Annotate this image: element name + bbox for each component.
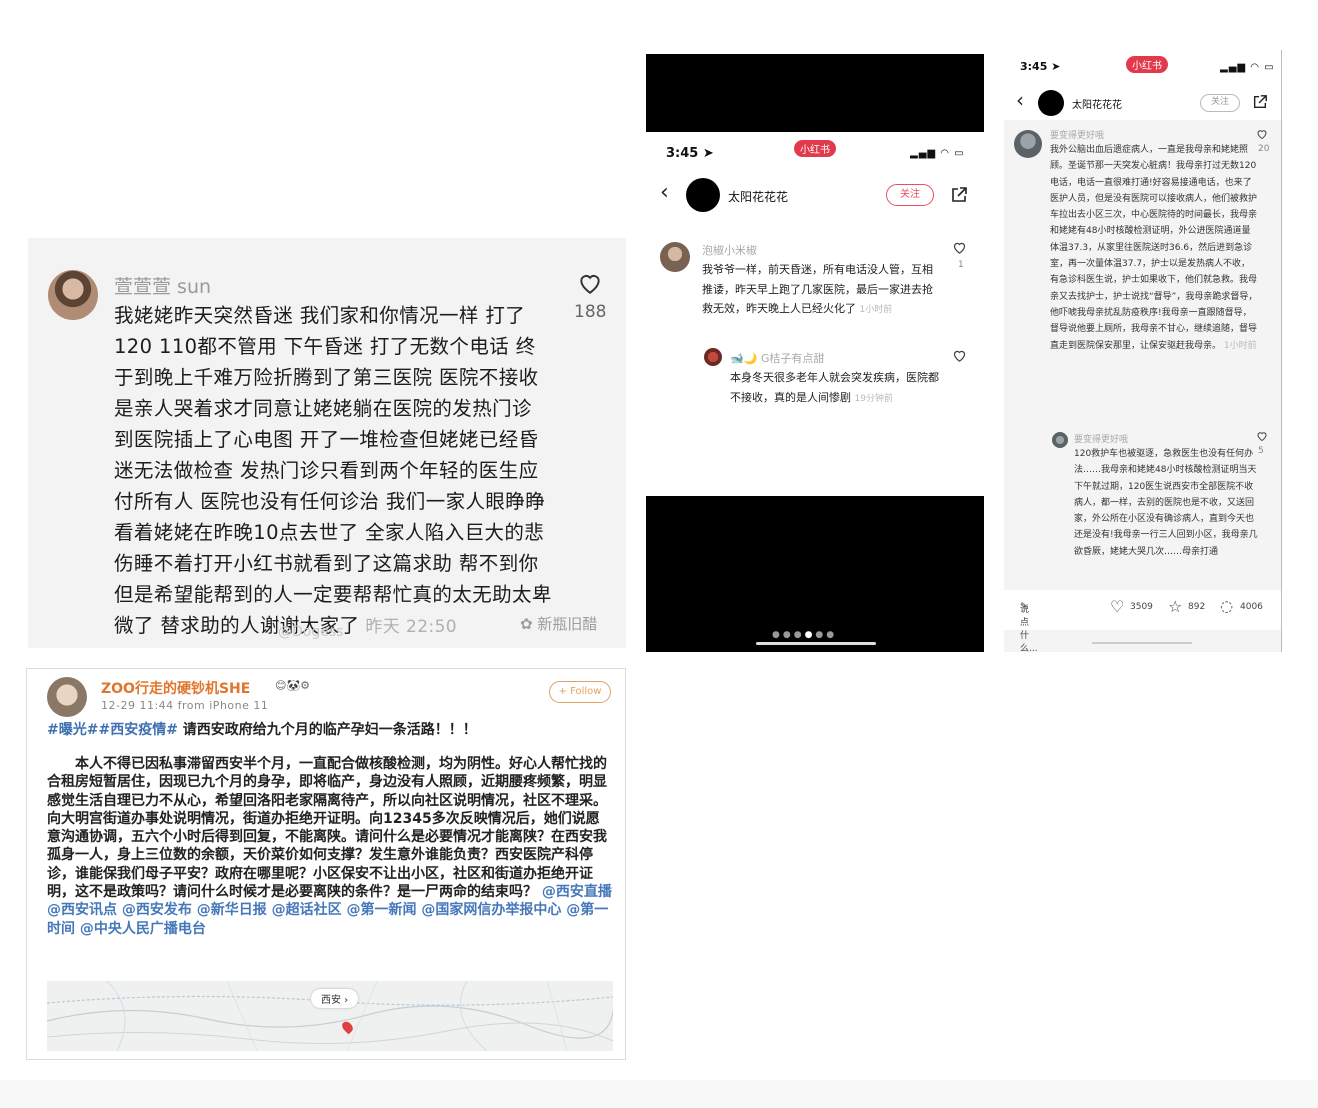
page-indicator[interactable]: ●●●●●● — [772, 630, 837, 640]
emoji-badges-icon: 😊🐼⚙ — [275, 679, 311, 692]
heart-icon[interactable]: ♡ — [1110, 597, 1124, 616]
weibo-post: ZOO行走的硬钞机SHE 😊🐼⚙ 12-29 11:44 from iPhone… — [26, 668, 626, 1060]
heart-icon[interactable] — [952, 240, 967, 255]
emoji-icon: 🐋🌙 — [730, 352, 761, 365]
avatar[interactable] — [48, 270, 98, 320]
comment-body: 我姥姥昨天突然昏迷 我们家和你情况一样 打了120 110都不管用 下午昏迷 打… — [114, 300, 554, 643]
profile-avatar[interactable] — [1038, 90, 1064, 116]
heart-icon[interactable] — [1256, 128, 1268, 140]
avatar[interactable] — [47, 677, 87, 717]
map-location-text: 西安 — [321, 995, 341, 1006]
post-text: 本人不得已因私事滞留西安半个月，一直配合做核酸检测，均为阴性。好心人帮忙找的合租… — [47, 756, 607, 901]
reply-username[interactable]: 要变得更好哦 — [1074, 432, 1128, 445]
reply-username[interactable]: 🐋🌙 G桔子有点甜 — [730, 350, 824, 366]
profile-name[interactable]: 太阳花花花 — [728, 188, 788, 205]
comment-bubble-icon[interactable]: ◌ — [1220, 597, 1233, 615]
status-time-text: 3:45 — [1020, 60, 1048, 73]
comment-username[interactable]: 要变得更好哦 — [1050, 128, 1104, 141]
follow-button[interactable]: + Follow — [549, 681, 611, 703]
status-time-text: 3:45 — [666, 146, 699, 161]
app-screen: 3:45 ➤ 小红书 ▂▄▆ ◠ ▭ ‹ 太阳花花花 关注 泡椒小米椒 我爷爷一… — [646, 132, 984, 496]
share-icon[interactable] — [1252, 94, 1268, 110]
reply-avatar[interactable] — [704, 348, 722, 366]
post-body: 本人不得已因私事滞留西安半个月，一直配合做核酸检测，均为阴性。好心人帮忙找的合租… — [47, 755, 613, 938]
reply-avatar[interactable] — [1052, 432, 1068, 448]
like-count: 1 — [958, 260, 964, 270]
comment-input-placeholder: 说点什么... — [1020, 605, 1038, 652]
follow-button[interactable]: 关注 — [1200, 94, 1240, 112]
star-icon[interactable]: ☆ — [1168, 597, 1182, 616]
comment-username[interactable]: 萱萱萱 sun — [114, 272, 211, 299]
like-count: 188 — [574, 302, 607, 322]
post-headline: #曝光##西安疫情# 请西安政府给九个月的临产孕妇一条活路！！！ — [47, 719, 477, 739]
comment-time: 昨天 22:50 — [365, 617, 458, 637]
reply-username-text: G桔子有点甜 — [760, 352, 825, 365]
like-count: 5 — [1258, 446, 1264, 456]
watermark-brand: ✿ 新瓶旧醋 — [520, 613, 597, 634]
back-arrow-icon[interactable]: ‹ — [1016, 88, 1024, 112]
home-indicator — [756, 642, 876, 645]
location-icon: ➤ — [1051, 60, 1061, 73]
post-meta: 12-29 11:44 from iPhone 11 — [101, 699, 269, 712]
back-arrow-icon[interactable]: ‹ — [660, 180, 669, 205]
like-count: 3509 — [1130, 602, 1153, 612]
phone-screenshot-b: 3:45 ➤ 小红书 ▂▄▆ ◠ ▭ ‹ 太阳花花花 关注 泡椒小米椒 我爷爷一… — [646, 54, 984, 652]
profile-avatar[interactable] — [686, 178, 720, 212]
bottom-action-bar: ✎ 说点什么... ♡ 3509 ☆ 892 ◌ 4006 — [1004, 590, 1281, 652]
hashtags[interactable]: #曝光##西安疫情# — [47, 722, 178, 738]
comment-list: 要变得更好哦 我外公脑出血后遗症病人，一直是我母亲和姥姥照顾。圣诞节那一天突发心… — [1004, 120, 1281, 652]
comment-time: 1小时前 — [1223, 340, 1257, 351]
reply-body: 120救护车也被驱逐，急救医生也没有任何办法……我母亲和姥姥48小时核酸检测证明… — [1074, 449, 1258, 557]
share-icon[interactable] — [950, 186, 968, 204]
system-status-icons: ▂▄▆ ◠ ▭ — [910, 148, 965, 159]
footer-strip — [0, 1080, 1318, 1108]
heart-icon[interactable] — [1256, 430, 1268, 442]
map-location-label[interactable]: 西安 › — [311, 989, 359, 1008]
status-time: 3:45 ➤ — [666, 146, 714, 161]
phone-screenshot-c: 3:45 ➤ 小红书 ▂▄▆ ◠ ▭ ‹ 太阳花花花 关注 要变得更好哦 我外公… — [1004, 50, 1282, 652]
reply-text: 本身冬天很多老年人就会突发疾病，医院都不接收，真的是人间惨剧 — [730, 371, 939, 404]
comment-body: 我爷爷一样，前天昏迷，所有电话没人管，互相推诿，昨天早上跑了几家医院，最后一家进… — [702, 260, 938, 321]
app-badge: 小红书 — [1126, 56, 1168, 73]
star-count: 892 — [1188, 602, 1206, 612]
comment-screenshot-a: 萱萱萱 sun 188 我姥姥昨天突然昏迷 我们家和你情况一样 打了120 11… — [28, 238, 626, 648]
profile-name[interactable]: 太阳花花花 — [1072, 96, 1122, 111]
weibo-icon: ✿ — [520, 615, 533, 633]
comment-count: 4006 — [1240, 602, 1263, 612]
like-count: 20 — [1258, 144, 1270, 154]
reply-body: 本身冬天很多老年人就会突发疾病，医院都不接收，真的是人间惨剧 19分钟前 — [730, 368, 940, 409]
comment-username[interactable]: 泡椒小米椒 — [702, 242, 757, 258]
author-name[interactable]: ZOO行走的硬钞机SHE — [101, 678, 250, 698]
location-map[interactable]: 西安 › — [47, 981, 613, 1051]
app-badge: 小红书 — [794, 140, 836, 157]
heart-icon[interactable] — [577, 270, 603, 296]
comment-text: 我爷爷一样，前天昏迷，所有电话没人管，互相推诿，昨天早上跑了几家医院，最后一家进… — [702, 263, 933, 315]
reply-time: 19分钟前 — [854, 393, 893, 404]
comment-time: 1小时前 — [859, 305, 893, 315]
watermark-handle: @Dogess — [278, 624, 344, 640]
comment-text: 我姥姥昨天突然昏迷 我们家和你情况一样 打了120 110都不管用 下午昏迷 打… — [114, 304, 552, 637]
home-indicator — [1092, 642, 1192, 644]
comment-avatar[interactable] — [1014, 130, 1042, 158]
comment-body: 我外公脑出血后遗症病人，一直是我母亲和姥姥照顾。圣诞节那一天突发心脏病！我母亲打… — [1050, 142, 1258, 354]
heart-icon[interactable] — [952, 348, 967, 363]
watermark-brand-text: 新瓶旧醋 — [537, 615, 598, 633]
chevron-right-icon: › — [344, 995, 349, 1006]
follow-button[interactable]: 关注 — [886, 184, 934, 206]
location-icon: ➤ — [702, 146, 714, 161]
status-time: 3:45 ➤ — [1020, 60, 1060, 73]
comment-text: 我外公脑出血后遗症病人，一直是我母亲和姥姥照顾。圣诞节那一天突发心脏病！我母亲打… — [1050, 145, 1258, 351]
system-status-icons: ▂▄▆ ◠ ▭ — [1220, 62, 1275, 73]
comment-avatar[interactable] — [660, 242, 690, 272]
headline-text: 请西安政府给九个月的临产孕妇一条活路！！！ — [182, 722, 477, 738]
